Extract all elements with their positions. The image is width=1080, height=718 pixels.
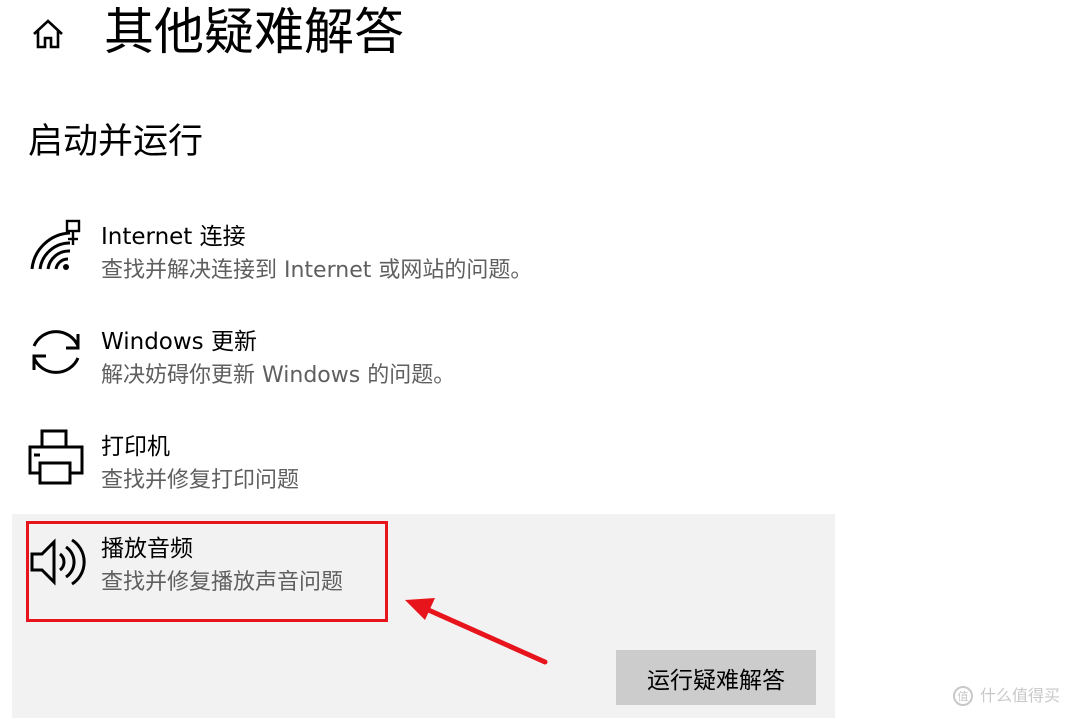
item-description: 查找并修复播放声音问题 (101, 570, 344, 595)
network-icon (30, 219, 81, 270)
item-title: Internet 连接 (101, 224, 246, 250)
printer-icon (28, 429, 84, 485)
item-title: 播放音频 (101, 536, 193, 562)
section-title: 启动并运行 (28, 122, 204, 162)
troubleshooter-item-printer[interactable]: 打印机 查找并修复打印问题 (12, 415, 835, 515)
item-description: 查找并修复打印问题 (101, 468, 300, 493)
item-title: 打印机 (101, 434, 170, 460)
watermark-logo-icon: 值 (953, 686, 973, 706)
item-description: 解决妨碍你更新 Windows 的问题。 (101, 363, 456, 388)
watermark-text: 什么值得买 (980, 686, 1061, 705)
item-description: 查找并解决连接到 Internet 或网站的问题。 (101, 258, 533, 283)
page-title: 其他疑难解答 (104, 3, 404, 61)
troubleshooter-item-internet[interactable]: Internet 连接 查找并解决连接到 Internet 或网站的问题。 (12, 205, 835, 305)
home-icon[interactable] (28, 14, 68, 54)
run-troubleshooter-button[interactable]: 运行疑难解答 (616, 650, 816, 705)
sync-icon (32, 330, 80, 374)
watermark: 值 什么值得买 (952, 684, 1060, 708)
troubleshooter-item-windows-update[interactable]: Windows 更新 解决妨碍你更新 Windows 的问题。 (12, 310, 835, 410)
item-title: Windows 更新 (101, 329, 257, 355)
speaker-icon (30, 538, 86, 586)
svg-text:值: 值 (958, 690, 969, 703)
